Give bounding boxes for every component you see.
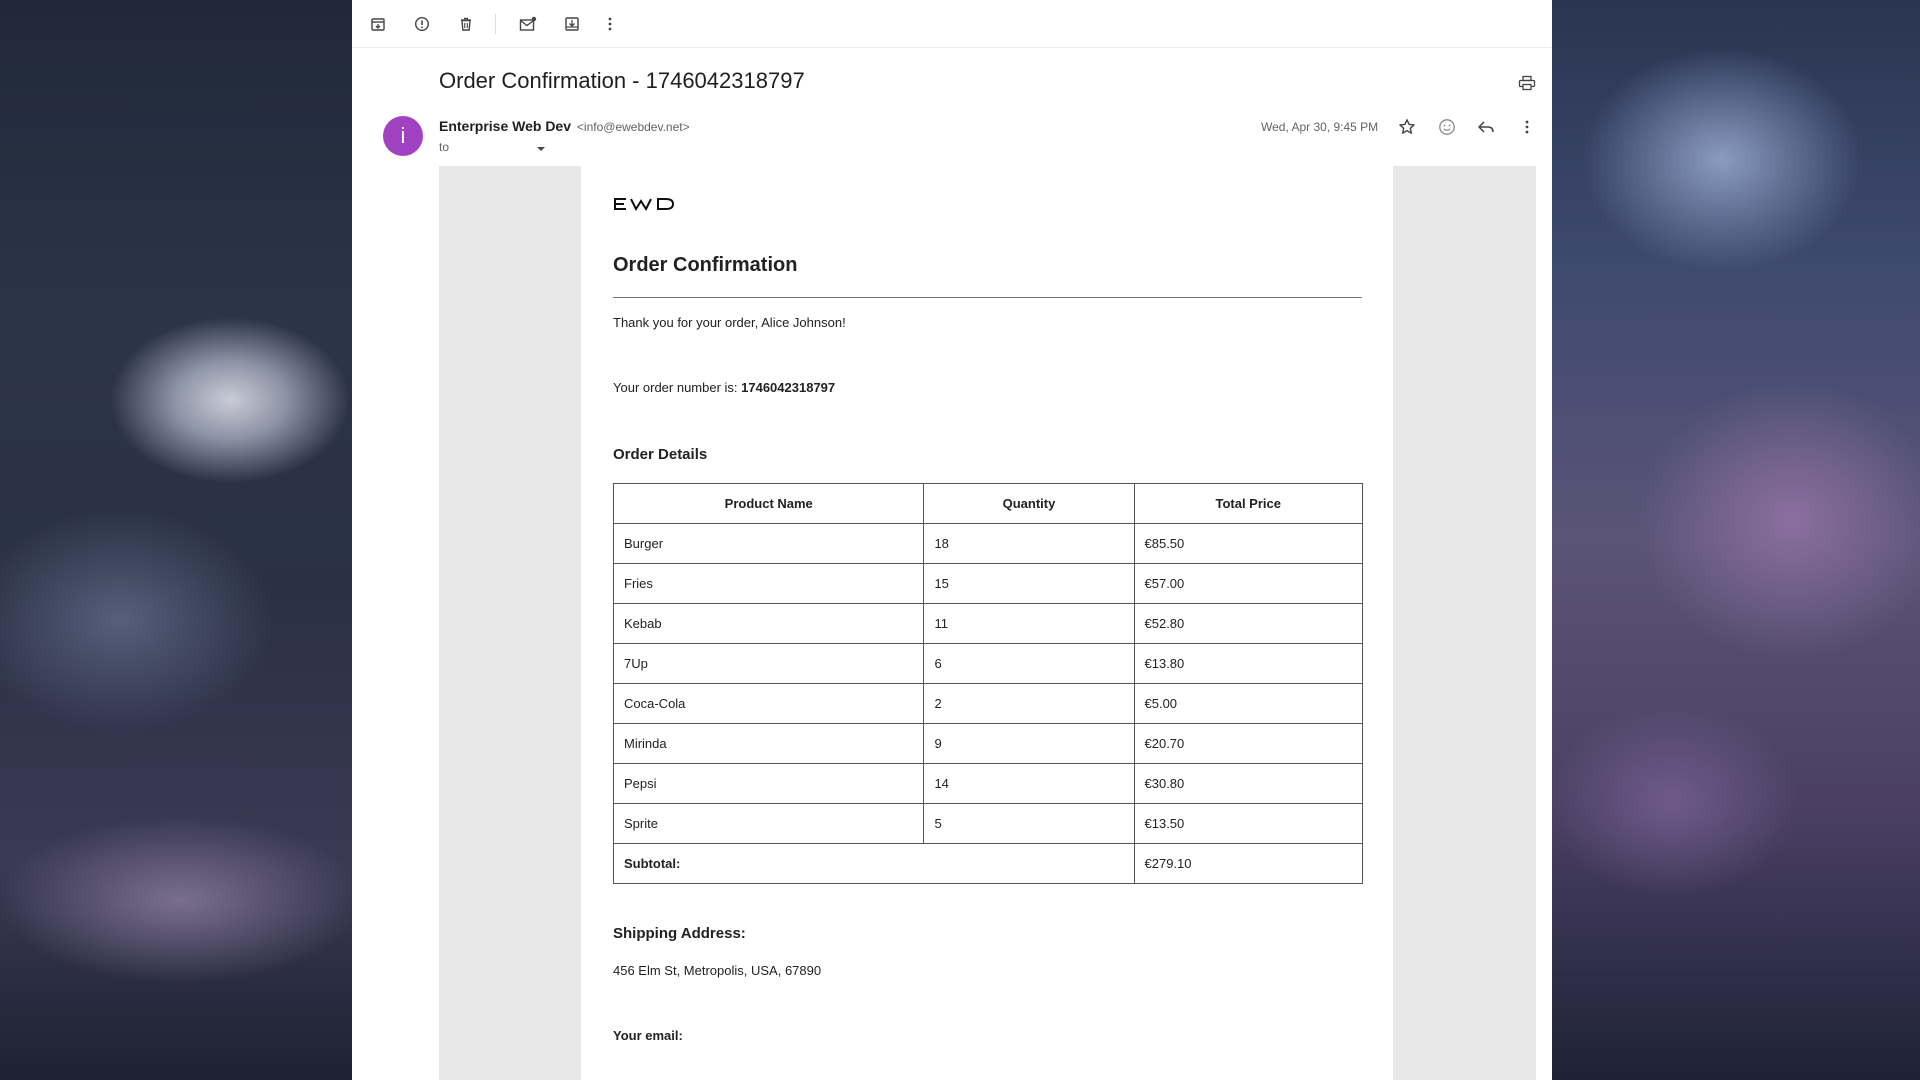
print-button[interactable] — [1515, 71, 1539, 95]
sender-info: Enterprise Web Dev <info@ewebdev.net> — [439, 118, 690, 134]
more-icon — [608, 17, 612, 31]
table-row: Sprite 5 €13.50 — [612, 803, 1363, 844]
order-number-line: Your order number is: 1746042318797 — [613, 380, 835, 395]
star-button[interactable] — [1395, 115, 1419, 139]
quantity-cell: 5 — [923, 803, 1135, 844]
price-cell: €20.70 — [1133, 723, 1363, 764]
quantity-cell: 18 — [923, 523, 1135, 564]
subtotal-label: Subtotal: — [613, 843, 1135, 884]
product-name-cell: Sprite — [612, 803, 925, 844]
table-row: Mirinda 9 €20.70 — [612, 723, 1363, 764]
mark-unread-button[interactable] — [516, 12, 540, 36]
toolbar-divider — [495, 14, 496, 34]
reply-button[interactable] — [1474, 115, 1498, 139]
archive-icon — [371, 18, 385, 31]
more-vert-icon — [1525, 120, 1529, 134]
message-more-button[interactable] — [1515, 115, 1539, 139]
quantity-cell: 2 — [923, 683, 1135, 724]
order-table: Product Name Quantity Total Price Burger… — [612, 483, 1363, 884]
thank-you-text: Thank you for your order, Alice Johnson! — [613, 315, 846, 330]
table-row: Burger 18 €85.50 — [612, 523, 1363, 564]
column-header-product: Product Name — [612, 483, 925, 524]
order-number-label: Your order number is: — [613, 380, 742, 395]
quantity-cell: 11 — [923, 603, 1135, 644]
show-details-button[interactable] — [533, 141, 549, 157]
price-cell: €13.80 — [1133, 643, 1363, 684]
order-title: Order Confirmation — [613, 254, 798, 276]
table-row: Kebab 11 €52.80 — [612, 603, 1363, 644]
subtotal-row: Subtotal: €279.10 — [613, 843, 1363, 884]
shipping-address: 456 Elm St, Metropolis, USA, 67890 — [613, 963, 822, 978]
column-header-total-price: Total Price — [1133, 483, 1363, 524]
sender-email: <info@ewebdev.net> — [576, 120, 690, 134]
price-cell: €30.80 — [1133, 763, 1363, 804]
email-body-card: Order Confirmation Thank you for your or… — [581, 166, 1393, 1080]
price-cell: €5.00 — [1133, 683, 1363, 724]
title-divider — [613, 297, 1362, 298]
table-row: Coca-Cola 2 €5.00 — [612, 683, 1363, 724]
more-options-button[interactable] — [598, 12, 622, 36]
delete-button[interactable] — [454, 12, 478, 36]
subtotal-value: €279.10 — [1133, 843, 1363, 884]
shipping-address-heading: Shipping Address: — [613, 925, 746, 942]
email-viewer-window: Order Confirmation - 1746042318797 i Ent… — [352, 0, 1552, 1080]
your-email-heading: Your email: — [613, 1028, 683, 1043]
column-header-quantity: Quantity — [923, 483, 1135, 524]
emoji-icon — [1439, 119, 1455, 135]
product-name-cell: 7Up — [612, 643, 925, 684]
order-details-heading: Order Details — [613, 446, 708, 463]
star-icon — [1399, 119, 1415, 134]
quantity-cell: 6 — [923, 643, 1135, 684]
move-to-icon — [565, 17, 579, 31]
archive-button[interactable] — [366, 12, 390, 36]
product-name-cell: Burger — [612, 523, 925, 564]
price-cell: €13.50 — [1133, 803, 1363, 844]
caret-down-icon — [537, 147, 545, 151]
price-cell: €57.00 — [1133, 563, 1363, 604]
quantity-cell: 15 — [923, 563, 1135, 604]
reply-icon — [1478, 121, 1494, 133]
desktop-wallpaper-left — [0, 0, 352, 1080]
product-name-cell: Kebab — [612, 603, 925, 644]
product-name-cell: Coca-Cola — [612, 683, 925, 724]
sender-name[interactable]: Enterprise Web Dev — [439, 118, 571, 134]
table-row: 7Up 6 €13.80 — [612, 643, 1363, 684]
move-to-button[interactable] — [560, 12, 584, 36]
ewd-logo — [613, 197, 675, 211]
delete-icon — [461, 17, 471, 31]
report-spam-icon — [414, 16, 430, 32]
price-cell: €85.50 — [1133, 523, 1363, 564]
email-toolbar — [352, 0, 1552, 48]
product-name-cell: Fries — [612, 563, 925, 604]
sender-avatar[interactable]: i — [383, 116, 423, 156]
price-cell: €52.80 — [1133, 603, 1363, 644]
report-spam-button[interactable] — [410, 12, 434, 36]
print-icon — [1518, 75, 1536, 91]
email-subject: Order Confirmation - 1746042318797 — [439, 68, 805, 93]
email-body-frame: Order Confirmation Thank you for your or… — [439, 166, 1536, 1080]
quantity-cell: 14 — [923, 763, 1135, 804]
product-name-cell: Pepsi — [612, 763, 925, 804]
product-name-cell: Mirinda — [612, 723, 925, 764]
email-date: Wed, Apr 30, 9:45 PM — [1261, 120, 1379, 134]
table-header-row: Product Name Quantity Total Price — [612, 483, 1363, 524]
desktop-wallpaper-right — [1552, 0, 1920, 1080]
mark-unread-icon — [519, 16, 537, 31]
order-number-value: 1746042318797 — [741, 380, 836, 395]
recipient-label: to — [439, 140, 450, 154]
table-row: Fries 15 €57.00 — [612, 563, 1363, 604]
quantity-cell: 9 — [923, 723, 1135, 764]
table-row: Pepsi 14 €30.80 — [612, 763, 1363, 804]
add-reaction-button[interactable] — [1435, 115, 1459, 139]
